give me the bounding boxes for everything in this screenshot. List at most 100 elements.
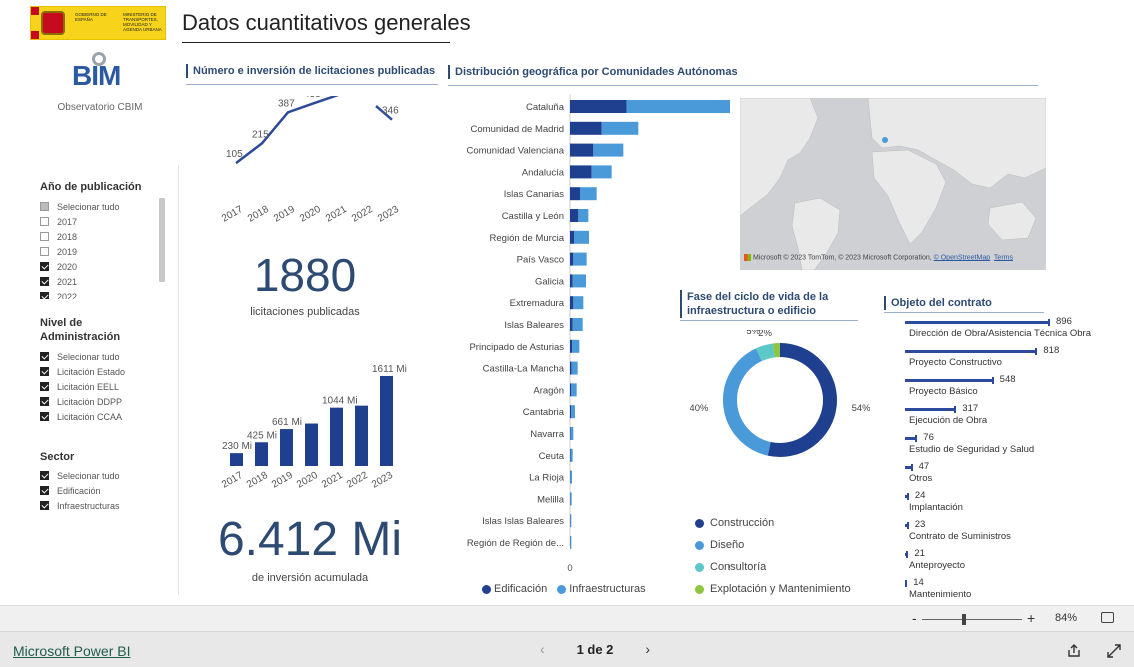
slicer-year-item[interactable]: 2017 [40,214,160,229]
bar-segment[interactable] [570,536,572,549]
legend-item[interactable]: Diseño [695,534,895,556]
checkbox[interactable] [40,247,49,256]
fit-to-page-icon[interactable] [1101,612,1114,623]
slicer-sector-item[interactable]: Selecionar tudo [40,468,170,483]
map-visual[interactable] [740,98,1046,270]
checkbox[interactable] [40,262,49,271]
checkbox[interactable] [40,352,49,361]
zoom-out-button[interactable]: - [912,610,917,626]
comunidades-bar-chart[interactable]: Cataluña Comunidad de Madrid Comunidad Val… [440,94,730,600]
donut-slice[interactable] [723,348,771,456]
bar-segment[interactable] [570,448,571,462]
bar-segment[interactable] [573,252,587,266]
legend-item[interactable]: Explotación y Mantenimiento [695,578,895,600]
bar-segment[interactable] [570,296,574,310]
bar-segment[interactable] [570,121,602,135]
checkbox[interactable] [40,232,49,241]
bar-segment[interactable] [570,100,627,113]
slicer-sector-item[interactable]: Edificación [40,483,170,498]
bar[interactable] [905,408,957,411]
bar[interactable] [355,405,368,466]
slicer-year-item[interactable]: Selecionar tudo [40,199,160,214]
slicer-year-item[interactable]: 2019 [40,244,160,259]
bar[interactable] [380,375,393,466]
bar-segment[interactable] [574,230,589,244]
bar-segment[interactable] [570,274,573,288]
bar[interactable] [280,429,293,466]
donut-slice[interactable] [755,343,775,362]
share-icon[interactable] [1066,643,1082,659]
power-bi-link[interactable]: Microsoft Power BI [13,643,130,659]
bar-segment[interactable] [570,187,580,201]
donut-slice[interactable] [767,343,837,457]
osm-link[interactable]: © OpenStreetMap [934,254,991,261]
bar-segment[interactable] [570,470,572,484]
checkbox[interactable] [40,202,49,211]
legend-item[interactable]: Edificación [482,583,547,595]
slicer-sector-list[interactable]: Selecionar tudo Edificación Infraestructur… [40,468,170,513]
legend-item[interactable]: Consultoría [695,556,895,578]
bar-segment[interactable] [591,165,612,179]
bar-segment[interactable] [570,448,573,462]
checkbox[interactable] [40,277,49,286]
bar[interactable] [255,442,268,466]
bar-segment[interactable] [572,274,586,288]
terms-link[interactable]: Terms [994,254,1013,261]
slicer-admin-item[interactable]: Selecionar tudo [40,349,170,364]
bar-segment[interactable] [570,143,594,157]
bar-segment[interactable] [626,100,730,113]
bar-segment[interactable] [570,492,572,506]
checkbox[interactable] [40,471,49,480]
checkbox[interactable] [40,367,49,376]
bar-segment[interactable] [573,296,584,310]
bar-segment[interactable] [571,383,577,397]
checkbox[interactable] [40,292,49,299]
bar-segment[interactable] [572,339,580,353]
fase-donut-chart[interactable]: 54%40%5%2% [690,330,870,480]
bar[interactable] [905,379,994,382]
slicer-admin-item[interactable]: Licitación EELL [40,379,170,394]
bar-segment[interactable] [580,187,597,201]
slicer-sector-item[interactable]: Infraestructuras [40,498,170,513]
bar[interactable] [905,350,1038,353]
inversion-column-chart[interactable]: 230 Mi 2017 425 Mi 2018 661 Mi 2019 2020 1044 M… [196,364,416,504]
bar-segment[interactable] [570,383,572,397]
bar-segment[interactable] [570,252,574,266]
slicer-admin-item[interactable]: Licitación DDPP [40,394,170,409]
checkbox[interactable] [40,382,49,391]
bar-segment[interactable] [593,143,624,157]
bar-segment[interactable] [570,318,573,331]
slicer-admin-list[interactable]: Selecionar tudo Licitación Estado Licitaci… [40,349,170,424]
slicer-year-item[interactable]: 2021 [40,274,160,289]
next-page-icon[interactable]: › [645,641,650,657]
slicer-year-item[interactable]: 2018 [40,229,160,244]
zoom-in-button[interactable]: + [1027,610,1035,626]
bar-segment[interactable] [570,209,579,222]
checkbox[interactable] [40,486,49,495]
bar-segment[interactable] [570,361,572,375]
slicer-year-list[interactable]: Selecionar tudo 2017 2018 2019 2020 2021 2022 [40,199,160,299]
checkbox[interactable] [40,397,49,406]
bar-segment[interactable] [570,514,572,528]
bar[interactable] [330,407,343,466]
bar-segment[interactable] [570,405,571,419]
checkbox[interactable] [40,217,49,226]
licitaciones-line-chart[interactable]: 1052153874384873462017201820192020202120… [196,96,416,236]
bar-segment[interactable] [578,209,589,222]
bar[interactable] [305,423,318,466]
bar-segment[interactable] [570,339,572,353]
zoom-slider-thumb[interactable] [962,614,966,625]
bar-segment[interactable] [571,405,575,419]
checkbox[interactable] [40,412,49,421]
bar-segment[interactable] [570,230,574,244]
legend-item[interactable]: Infraestructuras [557,583,646,595]
bar[interactable] [230,453,243,466]
bar[interactable] [905,321,1050,324]
fullscreen-icon[interactable] [1106,643,1122,659]
slicer-admin-item[interactable]: Licitación CCAA [40,409,170,424]
slicer-admin-item[interactable]: Licitación Estado [40,364,170,379]
slicer-year-scrollbar[interactable] [159,198,165,282]
bar-segment[interactable] [572,318,583,331]
slicer-year-item[interactable]: 2022 [40,289,160,299]
bar-segment[interactable] [601,121,639,135]
